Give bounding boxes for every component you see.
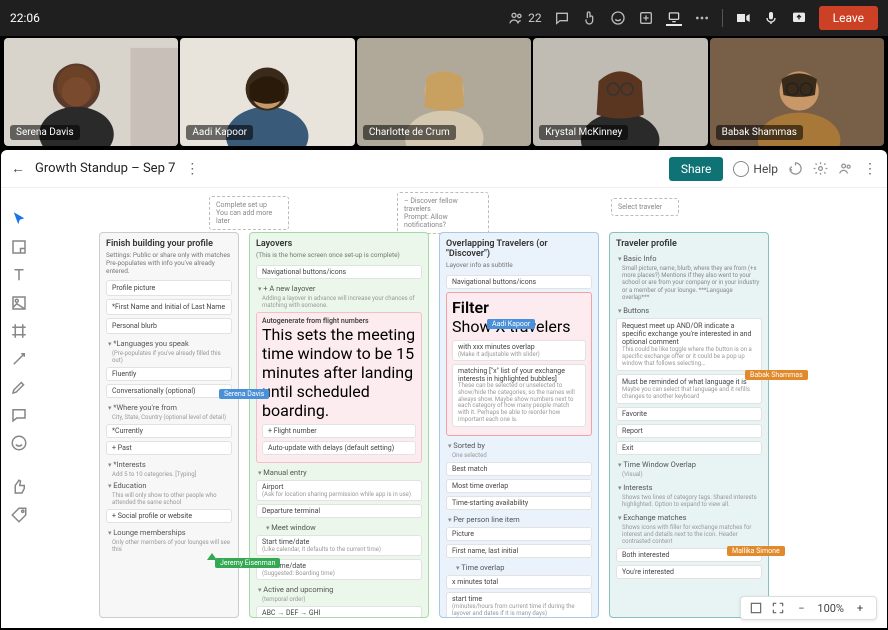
video-tile[interactable]: Krystal McKinney (533, 38, 707, 146)
apps-icon[interactable] (638, 10, 654, 26)
share-screen-icon[interactable] (791, 10, 807, 26)
doc-more-icon[interactable]: ⋮ (185, 161, 199, 177)
back-button[interactable]: ← (11, 160, 25, 177)
undo-icon[interactable] (788, 161, 803, 176)
raise-hand-icon[interactable] (582, 10, 598, 26)
video-tile[interactable]: Babak Shammas (710, 38, 884, 146)
camera-icon[interactable] (735, 10, 751, 26)
help-button[interactable]: Help (733, 161, 778, 177)
pen-tool-icon[interactable] (10, 378, 28, 396)
people-icon[interactable] (838, 161, 853, 176)
tag-tool-icon[interactable] (10, 506, 28, 524)
note-setup[interactable]: Complete set upYou can add more later (209, 196, 289, 230)
cursor-tag-babak: Babak Shammas (745, 370, 808, 380)
video-strip: Serena Davis Aadi Kapoor Charlotte de Cr… (0, 36, 888, 150)
video-tile[interactable]: Charlotte de Crum (357, 38, 531, 146)
share-button[interactable]: Share (669, 157, 724, 181)
video-tile[interactable]: Serena Davis (4, 38, 178, 146)
cursor-tag-aadi: Aadi Kapoor (487, 319, 535, 329)
zoom-bar: − 100% + (740, 596, 877, 620)
cursor-tag-mallika: Mallika Simone (727, 546, 785, 556)
chat-icon[interactable] (554, 10, 570, 26)
canvas-toolbar: ← Growth Standup – Sep 7 ⋮ Share Help ⋮ (1, 150, 887, 188)
image-tool-icon[interactable] (10, 294, 28, 312)
zoom-out-button[interactable]: − (793, 602, 809, 615)
whiteboard-canvas: ← Growth Standup – Sep 7 ⋮ Share Help ⋮ … (1, 150, 887, 628)
mic-icon[interactable] (763, 10, 779, 26)
cursor-tag-jeremy: Jeremy Eisenman (215, 558, 280, 568)
column-traveler-profile[interactable]: Traveler profile Basic Info Small pictur… (609, 232, 769, 618)
board-surface[interactable]: Complete set upYou can add more later – … (39, 192, 881, 622)
fullscreen-icon[interactable] (771, 601, 785, 615)
clock: 22:06 (10, 11, 40, 25)
like-tool-icon[interactable] (10, 478, 28, 496)
reaction-tool-icon[interactable] (10, 434, 28, 452)
reactions-icon[interactable] (610, 10, 626, 26)
note-select[interactable]: Select traveler (611, 198, 679, 216)
pointer-tool-icon[interactable] (10, 210, 28, 228)
column-discover[interactable]: Overlapping Travelers (or "Discover") La… (439, 232, 599, 618)
zoom-level: 100% (817, 602, 844, 615)
fit-icon[interactable] (749, 601, 763, 615)
tool-rail (7, 210, 31, 524)
connector-tool-icon[interactable] (10, 350, 28, 368)
settings-icon[interactable] (813, 161, 828, 176)
meeting-top-bar: 22:06 22 Leave (0, 0, 888, 36)
frame-tool-icon[interactable] (10, 322, 28, 340)
present-icon[interactable] (666, 10, 682, 26)
sticky-tool-icon[interactable] (10, 238, 28, 256)
text-tool-icon[interactable] (10, 266, 28, 284)
participant-count[interactable]: 22 (508, 10, 542, 26)
comment-tool-icon[interactable] (10, 406, 28, 424)
canvas-more-icon[interactable]: ⋮ (863, 161, 877, 177)
note-discover[interactable]: – Discover fellow travelersPrompt: Allow… (397, 192, 489, 234)
leave-button[interactable]: Leave (819, 6, 878, 30)
document-title: Growth Standup – Sep 7 (35, 161, 175, 176)
filter-block[interactable]: Filter Show X travelers with xxx minutes… (446, 292, 592, 436)
zoom-in-button[interactable]: + (852, 602, 868, 615)
video-tile[interactable]: Aadi Kapoor (180, 38, 354, 146)
cursor-tag-serena: Serena Davis (219, 389, 269, 399)
more-icon[interactable] (694, 10, 710, 26)
